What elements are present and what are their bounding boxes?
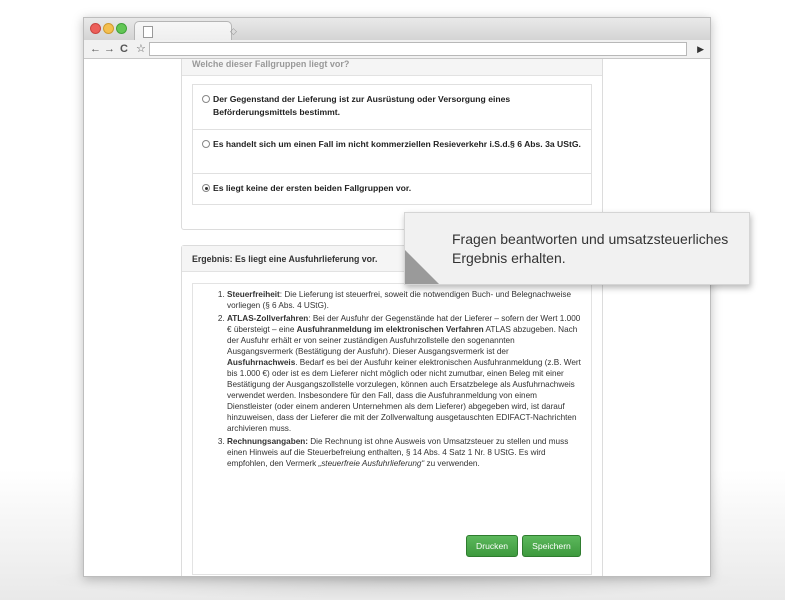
radio-option-3[interactable]: [202, 184, 210, 192]
item-emphasis: Ausfuhrnachweis: [227, 358, 296, 367]
case-group-heading: Welche dieser Fallgruppen liegt vor?: [182, 59, 602, 76]
browser-window: ◇ ← → C ☆ ▶ Welche dieser Fallgruppen li…: [83, 17, 711, 577]
result-item-tax-exemption: Steuerfreiheit: Die Lieferung ist steuer…: [227, 289, 581, 311]
result-content: Steuerfreiheit: Die Lieferung ist steuer…: [192, 283, 592, 575]
close-window-button[interactable]: [90, 23, 101, 34]
item-title: ATLAS-Zollverfahren: [227, 314, 309, 323]
case-group-panel: Welche dieser Fallgruppen liegt vor? Der…: [181, 59, 603, 230]
page-icon: [143, 26, 153, 38]
new-tab-icon[interactable]: ◇: [230, 26, 244, 36]
option-row-2[interactable]: Es handelt sich um einen Fall im nicht k…: [193, 130, 591, 174]
zoom-window-button[interactable]: [116, 23, 127, 34]
result-list: Steuerfreiheit: Die Lieferung ist steuer…: [193, 289, 591, 471]
print-button[interactable]: Drucken: [466, 535, 518, 557]
bookmark-star-icon[interactable]: ☆: [136, 42, 146, 56]
option-label-2: Es handelt sich um einen Fall im nicht k…: [213, 139, 581, 149]
item-emphasis: Ausfuhranmeldung im elektronischen Verfa…: [296, 325, 484, 334]
back-arrow-icon[interactable]: ←: [90, 42, 101, 56]
option-label-1: Der Gegenstand der Lieferung ist zur Aus…: [213, 94, 511, 117]
title-bar: ◇: [84, 18, 710, 41]
item-title: Steuerfreiheit: [227, 290, 280, 299]
minimize-window-button[interactable]: [103, 23, 114, 34]
item-text: zu verwenden.: [424, 459, 480, 468]
option-row-3[interactable]: Es liegt keine der ersten beiden Fallgru…: [193, 174, 591, 204]
item-title: Rechnungsangaben:: [227, 437, 308, 446]
browser-toolbar: ← → C ☆ ▶: [84, 40, 710, 59]
option-label-3: Es liegt keine der ersten beiden Fallgru…: [213, 183, 412, 193]
item-text: . Bedarf es bei der Ausfuhr keiner elekt…: [227, 358, 581, 433]
browser-tab[interactable]: [134, 21, 232, 41]
result-item-invoice: Rechnungsangaben: Die Rechnung ist ohne …: [227, 436, 581, 469]
radio-option-2[interactable]: [202, 140, 210, 148]
callout-text: Fragen beantworten und umsatzsteuerliche…: [452, 231, 729, 266]
callout-corner: [405, 250, 439, 284]
option-row-1[interactable]: Der Gegenstand der Lieferung ist zur Aus…: [193, 85, 591, 130]
info-callout: Fragen beantworten und umsatzsteuerliche…: [404, 212, 750, 285]
save-button[interactable]: Speichern: [522, 535, 581, 557]
forward-arrow-icon[interactable]: →: [104, 42, 115, 56]
reload-icon[interactable]: C: [120, 42, 128, 56]
result-panel: Ergebnis: Es liegt eine Ausfuhrlieferung…: [181, 245, 603, 576]
case-group-options: Der Gegenstand der Lieferung ist zur Aus…: [192, 84, 592, 205]
address-bar[interactable]: [149, 42, 687, 56]
go-arrow-icon[interactable]: ▶: [697, 42, 704, 56]
result-item-atlas: ATLAS-Zollverfahren: Bei der Ausfuhr der…: [227, 313, 581, 434]
radio-option-1[interactable]: [202, 95, 210, 103]
item-quote: „steuerfreie Ausfuhrlieferung“: [318, 459, 425, 468]
page-content: Welche dieser Fallgruppen liegt vor? Der…: [84, 59, 710, 576]
